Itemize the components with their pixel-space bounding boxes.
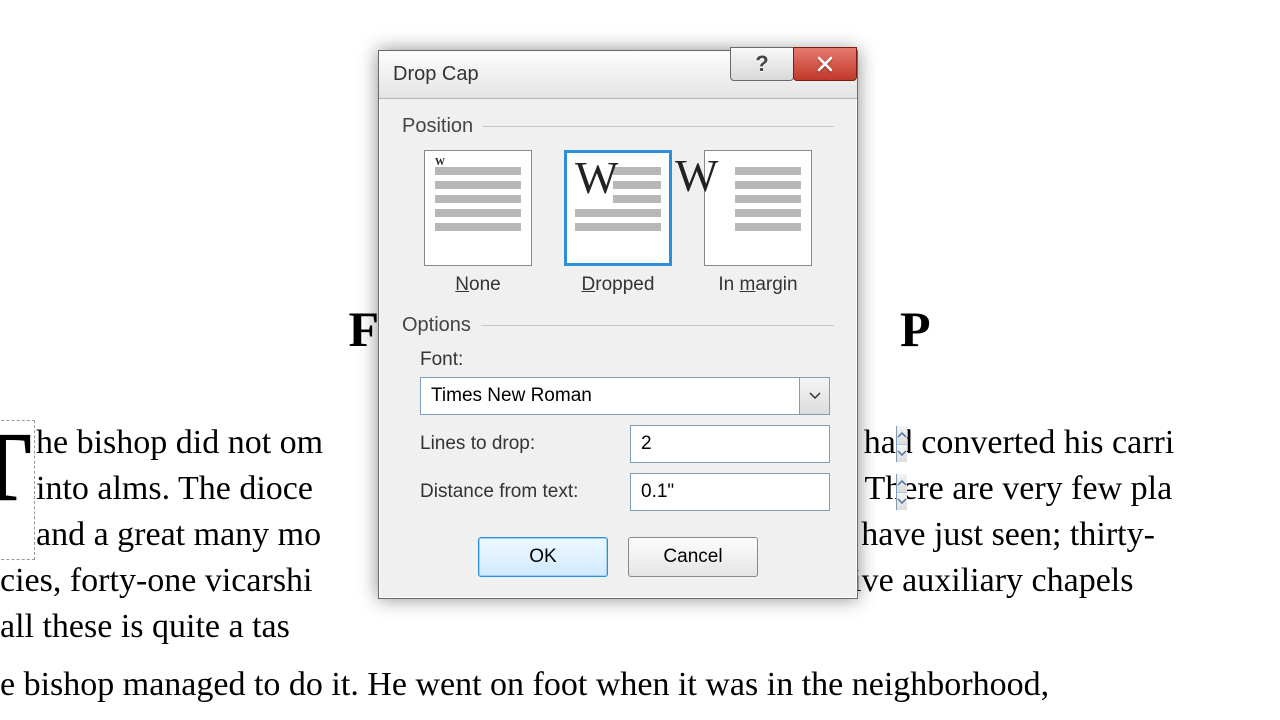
distance-from-text-spinner[interactable] (630, 473, 830, 511)
chevron-up-icon (897, 432, 907, 438)
font-label: Font: (420, 349, 830, 371)
letter-icon: W (675, 149, 718, 202)
position-label-in-margin: In margin (718, 274, 797, 296)
close-button[interactable] (793, 47, 857, 81)
cancel-button[interactable]: Cancel (628, 537, 758, 577)
spinner-up-button[interactable] (897, 474, 907, 493)
spinner-up-button[interactable] (897, 426, 907, 445)
dialog-title: Drop Cap (393, 63, 479, 86)
chevron-down-icon (897, 450, 907, 456)
drop-cap-dialog: Drop Cap ? Position W None W (378, 50, 858, 599)
position-option-in-margin[interactable]: W (704, 150, 812, 266)
help-button[interactable]: ? (730, 47, 794, 81)
letter-icon: W (575, 151, 618, 204)
position-label-dropped: Dropped (582, 274, 655, 296)
position-option-dropped[interactable]: W (564, 150, 672, 266)
spinner-down-button[interactable] (897, 493, 907, 511)
dropcap-selection[interactable]: T (0, 420, 35, 560)
chevron-down-icon (809, 392, 821, 400)
ok-button[interactable]: OK (478, 537, 608, 577)
lines-to-drop-input[interactable] (631, 426, 896, 462)
letter-icon: W (435, 157, 445, 168)
font-input[interactable] (421, 378, 799, 414)
dialog-titlebar[interactable]: Drop Cap ? (379, 51, 857, 99)
spinner-down-button[interactable] (897, 445, 907, 463)
help-icon: ? (755, 51, 768, 77)
chevron-up-icon (897, 480, 907, 486)
close-icon (816, 55, 834, 73)
position-group-label: Position (402, 115, 834, 138)
lines-to-drop-label: Lines to drop: (420, 433, 535, 455)
options-group-label: Options (402, 314, 834, 337)
position-option-none[interactable]: W (424, 150, 532, 266)
font-dropdown-button[interactable] (799, 378, 829, 414)
distance-from-text-label: Distance from text: (420, 481, 578, 503)
position-label-none: None (455, 274, 500, 296)
chevron-down-icon (897, 498, 907, 504)
lines-to-drop-spinner[interactable] (630, 425, 830, 463)
distance-from-text-input[interactable] (631, 474, 896, 510)
font-combobox[interactable] (420, 377, 830, 415)
